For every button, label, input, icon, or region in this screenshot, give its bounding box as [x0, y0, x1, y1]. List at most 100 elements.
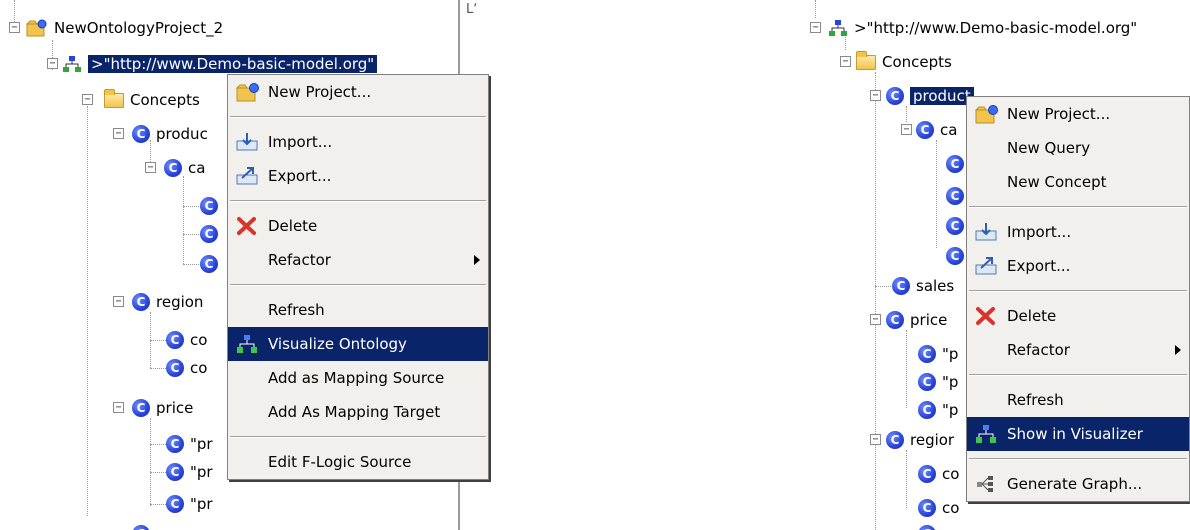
- collapse-toggle[interactable]: −: [113, 402, 124, 413]
- tree-node-concept[interactable]: C: [946, 212, 964, 240]
- tree-node-concepts[interactable]: Concepts: [856, 48, 952, 76]
- concept-label: ca: [940, 121, 958, 139]
- collapse-toggle[interactable]: −: [145, 162, 156, 173]
- menu-delete[interactable]: Delete: [228, 209, 488, 243]
- concept-icon: C: [946, 217, 964, 235]
- concept-icon: C: [918, 401, 936, 419]
- tree-node-concept[interactable]: C co: [918, 460, 959, 488]
- tree-node-concept[interactable]: C ca: [916, 116, 957, 144]
- menu-new-project[interactable]: New Project...: [967, 97, 1189, 131]
- collapse-toggle[interactable]: −: [82, 94, 93, 105]
- collapse-toggle[interactable]: −: [9, 22, 20, 33]
- menu-label: Refactor: [1007, 341, 1070, 359]
- collapse-toggle[interactable]: −: [113, 296, 124, 307]
- menu-visualize-ontology[interactable]: Visualize Ontology: [228, 327, 488, 361]
- menu-edit-flogic[interactable]: Edit F-Logic Source: [228, 445, 488, 479]
- menu-separator: [230, 436, 486, 438]
- tree-line: [150, 368, 166, 369]
- concept-icon: C: [132, 525, 150, 530]
- tree-node-concept[interactable]: C co: [918, 494, 959, 522]
- tree-node-concepts[interactable]: Concepts: [104, 86, 200, 114]
- tree-node-concept[interactable]: C "pr: [166, 430, 213, 458]
- tree-node-concept[interactable]: C: [946, 150, 964, 178]
- right-ontology-navigator: − − − − − − >"http://www.Demo-basic-mode…: [800, 0, 1190, 530]
- menu-add-mapping-target[interactable]: Add As Mapping Target: [228, 395, 488, 429]
- collapse-toggle[interactable]: −: [870, 314, 881, 325]
- menu-label: Add as Mapping Source: [268, 369, 445, 387]
- menu-import[interactable]: Import...: [228, 125, 488, 159]
- tree-node-concept[interactable]: C price: [886, 306, 947, 334]
- menu-export[interactable]: Export...: [228, 159, 488, 193]
- tree-node-concept[interactable]: C region: [132, 288, 203, 316]
- menu-label: Export...: [268, 167, 332, 185]
- tree-node-concept[interactable]: C ca: [164, 154, 205, 182]
- concept-icon: C: [166, 495, 184, 513]
- menu-show-in-visualizer[interactable]: Show in Visualizer: [967, 417, 1189, 451]
- menu-delete[interactable]: Delete: [967, 299, 1189, 333]
- menu-import[interactable]: Import...: [967, 215, 1189, 249]
- tree-node-concept[interactable]: C co: [166, 354, 207, 382]
- menu-new-project[interactable]: New Project...: [228, 75, 488, 109]
- collapse-toggle[interactable]: −: [47, 58, 58, 69]
- tree-node-concept[interactable]: C: [918, 520, 936, 530]
- visualize-icon: [237, 335, 257, 353]
- submenu-arrow-icon: [1175, 345, 1181, 355]
- tree-node-concept[interactable]: C "p: [918, 396, 958, 424]
- tree-node-concept[interactable]: C produc: [132, 120, 208, 148]
- menu-new-concept[interactable]: New Concept: [967, 165, 1189, 199]
- concept-icon: C: [200, 225, 218, 243]
- menu-new-query[interactable]: New Query: [967, 131, 1189, 165]
- export-icon: [236, 167, 258, 185]
- tree-node-concept[interactable]: C: [200, 250, 218, 278]
- collapse-toggle[interactable]: −: [840, 56, 851, 67]
- tree-node-product[interactable]: C product: [886, 82, 975, 110]
- concepts-label: Concepts: [130, 91, 200, 109]
- tree-line: [183, 176, 184, 264]
- concept-label: "pr: [190, 463, 213, 481]
- menu-refactor[interactable]: Refactor: [967, 333, 1189, 367]
- tree-node-concept[interactable]: C: [132, 520, 150, 530]
- collapse-toggle[interactable]: −: [810, 22, 821, 33]
- concept-label: product: [909, 86, 975, 106]
- tree-node-concept[interactable]: C price: [132, 394, 193, 422]
- tree-line: [150, 418, 151, 506]
- ontology-uri: >"http://www.Demo-basic-model.org": [854, 19, 1138, 37]
- menu-refresh[interactable]: Refresh: [967, 383, 1189, 417]
- tree-node-ontology[interactable]: >"http://www.Demo-basic-model.org": [828, 14, 1137, 42]
- menu-refresh[interactable]: Refresh: [228, 293, 488, 327]
- concept-label: co: [190, 331, 208, 349]
- delete-icon: [976, 307, 995, 325]
- menu-refactor[interactable]: Refactor: [228, 243, 488, 277]
- menu-label: New Concept: [1007, 173, 1107, 191]
- visualize-icon: [976, 425, 996, 443]
- collapse-toggle[interactable]: −: [870, 90, 881, 101]
- folder-icon: [104, 88, 124, 108]
- concept-label: regior: [910, 431, 955, 449]
- tree-node-concept[interactable]: C co: [166, 326, 207, 354]
- menu-label: New Project...: [1007, 105, 1111, 123]
- tree-node-concept[interactable]: C: [946, 242, 964, 270]
- tree-node-concept[interactable]: C: [200, 192, 218, 220]
- menu-generate-graph[interactable]: Generate Graph...: [967, 467, 1189, 501]
- tree-node-concept[interactable]: C regior: [886, 426, 954, 454]
- collapse-toggle[interactable]: −: [113, 128, 124, 139]
- tree-line: [150, 444, 166, 445]
- tree-node-project[interactable]: NewOntologyProject_2: [26, 14, 223, 42]
- menu-export[interactable]: Export...: [967, 249, 1189, 283]
- delete-icon: [237, 217, 256, 235]
- tree-node-concept[interactable]: C: [200, 220, 218, 248]
- menu-add-mapping-source[interactable]: Add as Mapping Source: [228, 361, 488, 395]
- collapse-toggle[interactable]: −: [870, 434, 881, 445]
- tree-node-concept[interactable]: C "pr: [166, 458, 213, 486]
- tree-node-concept[interactable]: C "p: [918, 340, 958, 368]
- tree-node-concept[interactable]: C: [946, 182, 964, 210]
- collapse-toggle[interactable]: −: [901, 124, 912, 135]
- tree-node-concept[interactable]: C "p: [918, 368, 958, 396]
- tree-node-concept[interactable]: C "pr: [166, 490, 213, 518]
- tree-line: [815, 0, 816, 18]
- concept-icon: C: [886, 87, 904, 105]
- tree-line: [875, 72, 876, 530]
- tree-node-concept[interactable]: C sales: [892, 272, 954, 300]
- tree-line: [875, 286, 891, 287]
- side-frame-label: L‘: [466, 2, 478, 17]
